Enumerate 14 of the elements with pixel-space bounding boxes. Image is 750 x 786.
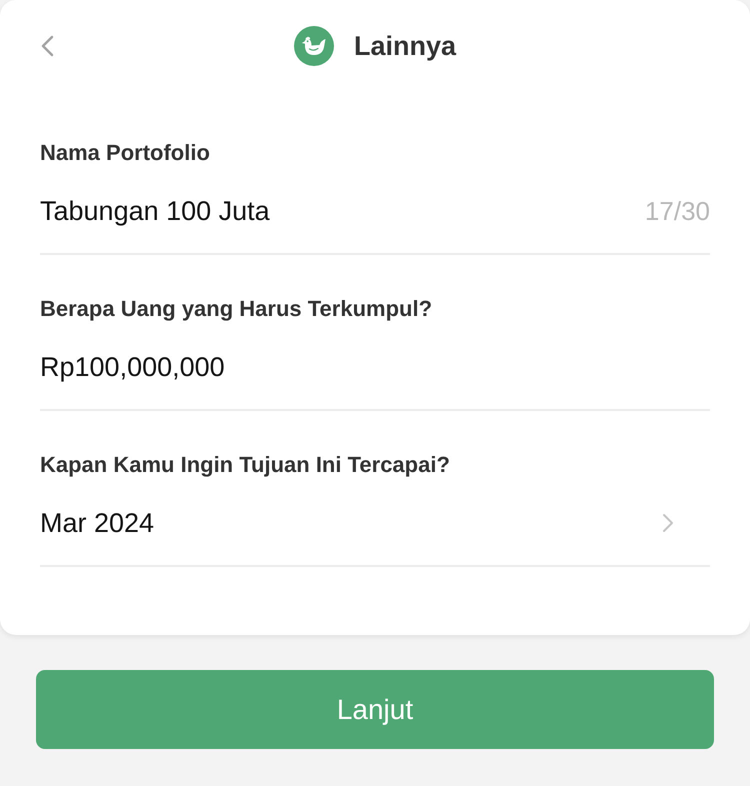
field-label: Berapa Uang yang Harus Terkumpul? [40, 295, 432, 323]
input-field[interactable]: Tabungan 100 Juta 17/30 [40, 167, 710, 255]
character-counter: 17/30 [644, 195, 710, 227]
page-title: Lainnya [354, 30, 456, 62]
input-field[interactable]: Rp100,000,000 [40, 323, 710, 411]
field-label: Nama Portofolio [40, 139, 210, 167]
field-label: Kapan Kamu Ingin Tujuan Ini Tercapai? [40, 451, 450, 479]
date-picker-field[interactable]: Mar 2024 [40, 479, 710, 567]
field-value: Mar 2024 [40, 507, 154, 539]
back-icon[interactable] [40, 35, 54, 57]
field-value: Tabungan 100 Juta [40, 195, 270, 227]
field-value: Rp100,000,000 [40, 351, 225, 383]
chicken-icon [294, 26, 334, 66]
chevron-right-icon [662, 513, 674, 533]
